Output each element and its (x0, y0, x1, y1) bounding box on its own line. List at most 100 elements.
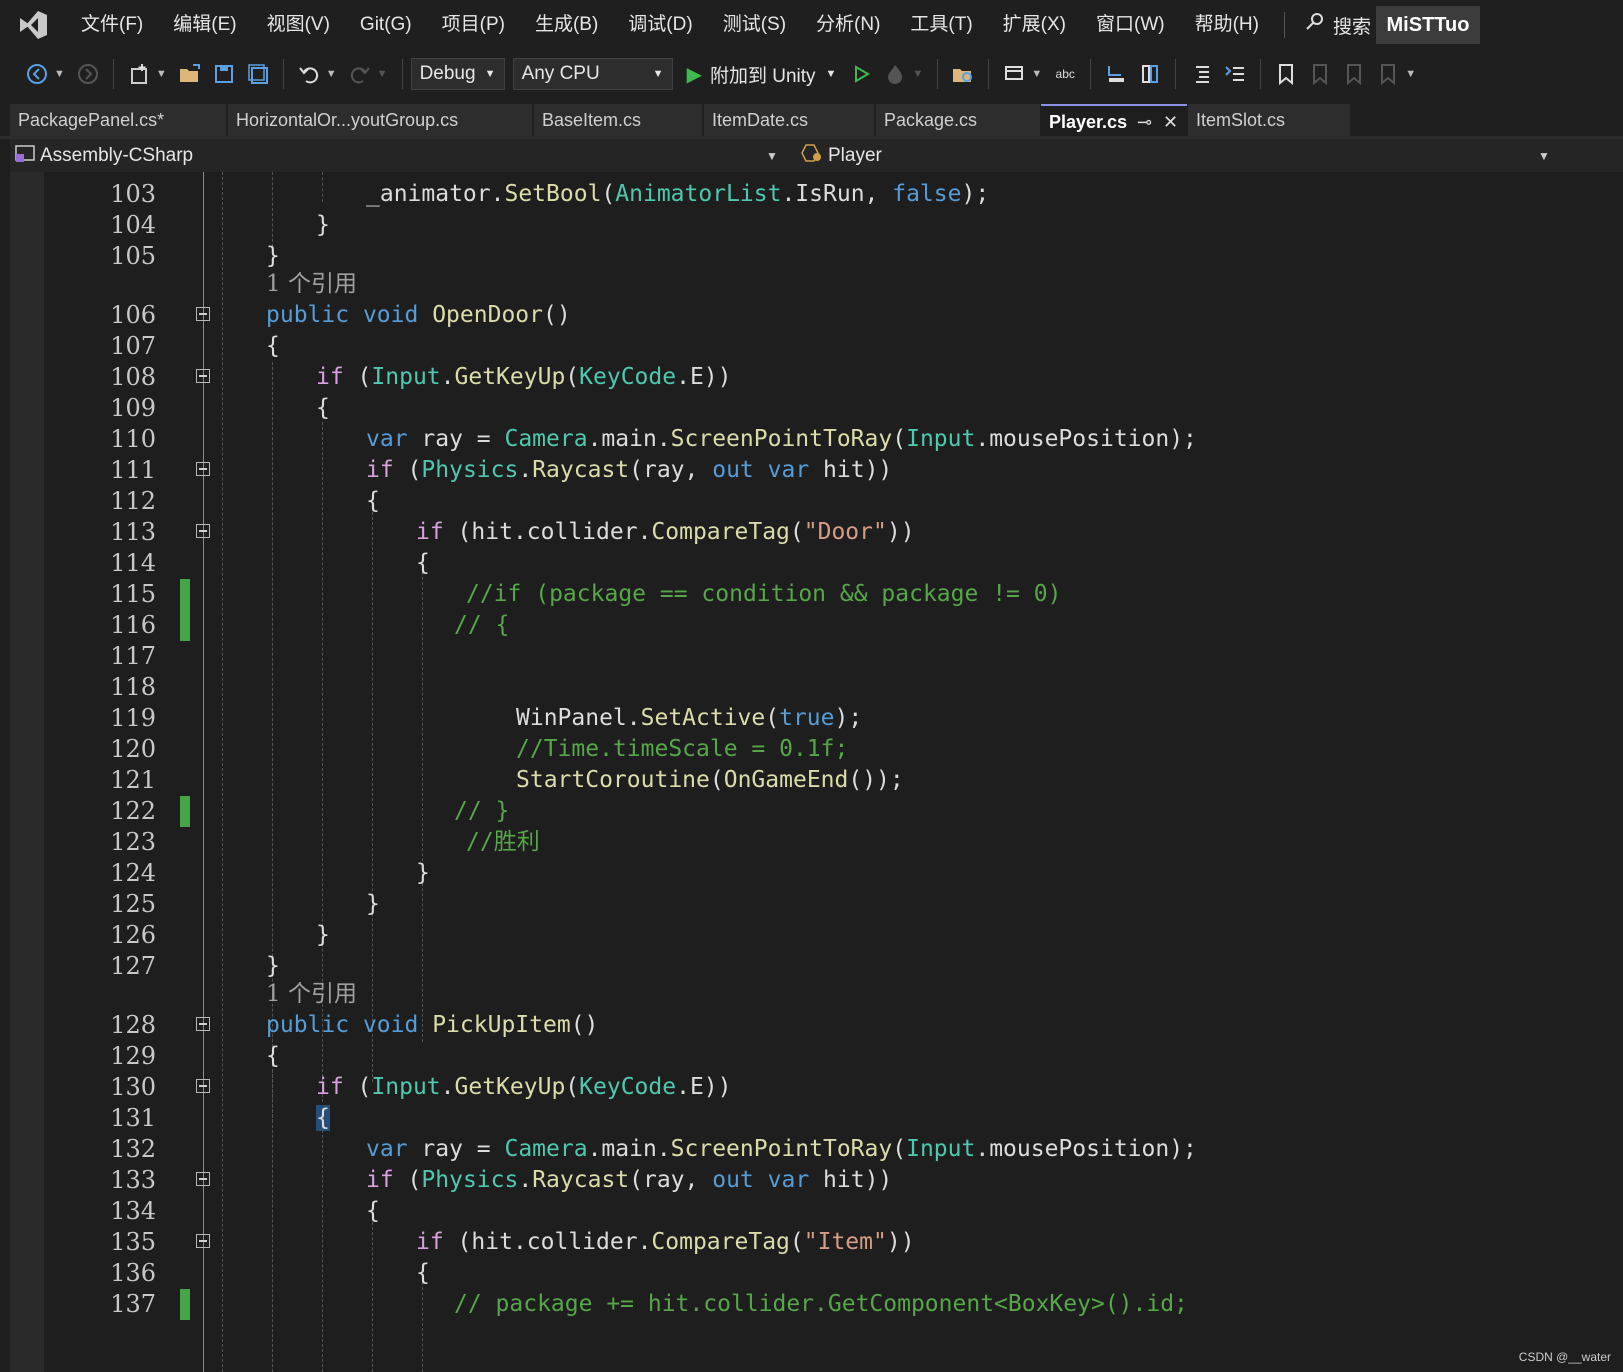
class-icon (800, 142, 824, 170)
navigate-back-icon[interactable] (24, 61, 50, 87)
solution-platform-dropdown[interactable]: Any CPU ▼ (512, 58, 673, 90)
solution-configuration-dropdown[interactable]: Debug ▼ (410, 58, 505, 90)
toolbar-separator (1175, 59, 1177, 89)
chevron-down-icon[interactable]: ▼ (1538, 139, 1550, 173)
close-icon[interactable]: ✕ (1163, 106, 1178, 136)
tab-player[interactable]: Player.cs ⊸ ✕ (1041, 104, 1187, 136)
save-icon[interactable] (211, 61, 237, 87)
collapse-icon[interactable] (196, 1172, 210, 1186)
indent-icon[interactable] (1188, 61, 1214, 87)
collapse-icon[interactable] (196, 1234, 210, 1248)
code-text: public void OpenDoor() (266, 302, 571, 328)
document-tab-bar: PackagePanel.cs* HorizontalOr...youtGrou… (0, 98, 1623, 139)
menu-edit[interactable]: 编辑(E) (158, 0, 251, 50)
bookmark-icon[interactable] (1273, 61, 1299, 87)
start-without-debugging-icon[interactable] (848, 61, 874, 87)
code-line: 103 _animator.SetBool(AnimatorList.IsRun… (10, 179, 1623, 210)
new-project-icon[interactable] (126, 61, 152, 87)
project-dropdown[interactable]: Assembly-CSharp (14, 139, 193, 173)
chevron-down-icon[interactable]: ▼ (326, 68, 337, 80)
tab-itemslot[interactable]: ItemSlot.cs (1188, 104, 1350, 136)
menu-help[interactable]: 帮助(H) (1180, 0, 1274, 50)
code-line: 122 // } (10, 796, 1623, 827)
toolbar-overflow-icon[interactable]: ▼ (1405, 68, 1416, 80)
toolbar-separator (1260, 59, 1262, 89)
code-text: } (266, 243, 280, 269)
save-all-icon[interactable] (245, 61, 271, 87)
code-line: 108 if (Input.GetKeyUp(KeyCode.E)) (10, 362, 1623, 393)
clear-bookmarks-icon[interactable] (1375, 61, 1401, 87)
code-text: { (316, 1105, 330, 1131)
code-line: 111 if (Physics.Raycast(ray, out var hit… (10, 455, 1623, 486)
chevron-down-icon[interactable]: ▼ (766, 139, 778, 173)
change-marker (180, 796, 190, 827)
menu-tools[interactable]: 工具(T) (895, 0, 987, 50)
code-line: 126 } (10, 920, 1623, 951)
code-text: StartCoroutine(OnGameEnd()); (516, 767, 904, 793)
tab-itemdate[interactable]: ItemDate.cs (704, 104, 874, 136)
code-line: 104 } (10, 210, 1623, 241)
menu-git[interactable]: Git(G) (345, 0, 427, 50)
code-editor[interactable]: 103 _animator.SetBool(AnimatorList.IsRun… (10, 172, 1623, 1372)
line-number: 105 (110, 242, 156, 270)
attach-label: 附加到 Unity (709, 65, 816, 87)
spell-check-icon[interactable]: abc (1052, 61, 1078, 87)
menu-file[interactable]: 文件(F) (66, 0, 158, 50)
line-number: 117 (110, 642, 156, 670)
collapse-icon[interactable] (196, 369, 210, 383)
change-marker (180, 610, 190, 641)
reference-count-link[interactable]: 1 个引用 (266, 979, 357, 1010)
class-name: Player (828, 145, 882, 166)
collapse-icon[interactable] (196, 1017, 210, 1031)
open-folder-icon[interactable] (177, 61, 203, 87)
code-line: 135 if (hit.collider.CompareTag("Item")) (10, 1227, 1623, 1258)
undo-icon[interactable] (296, 61, 322, 87)
chevron-down-icon[interactable]: ▼ (912, 68, 923, 80)
column-layout-icon[interactable] (1137, 61, 1163, 87)
tab-label: HorizontalOr...youtGroup.cs (236, 110, 459, 130)
chevron-down-icon[interactable]: ▼ (1031, 68, 1042, 80)
code-line: 130 if (Input.GetKeyUp(KeyCode.E)) (10, 1072, 1623, 1103)
code-text: { (366, 488, 380, 514)
line-number: 122 (110, 797, 156, 825)
chevron-down-icon[interactable]: ▼ (54, 68, 65, 80)
tab-package[interactable]: Package.cs (876, 104, 1040, 136)
class-dropdown[interactable]: Player (800, 139, 882, 173)
window-layout-icon[interactable] (1001, 61, 1027, 87)
collapse-icon[interactable] (196, 307, 210, 321)
menu-debug[interactable]: 调试(D) (613, 0, 707, 50)
line-number: 129 (110, 1042, 156, 1070)
next-bookmark-icon[interactable] (1341, 61, 1367, 87)
attach-to-unity-button[interactable]: ▶ 附加到 Unity ▼ (687, 61, 837, 88)
tab-baseitem[interactable]: BaseItem.cs (534, 104, 702, 136)
chevron-down-icon[interactable]: ▼ (377, 68, 388, 80)
collapse-icon[interactable] (196, 524, 210, 538)
chevron-down-icon[interactable]: ▼ (156, 68, 167, 80)
hot-reload-icon[interactable] (882, 61, 908, 87)
reference-count-link[interactable]: 1 个引用 (266, 269, 357, 300)
menu-project[interactable]: 项目(P) (427, 0, 520, 50)
menu-analyze[interactable]: 分析(N) (801, 0, 895, 50)
collapse-icon[interactable] (196, 462, 210, 476)
comment-lines-icon[interactable] (1222, 61, 1248, 87)
open-in-explorer-icon[interactable] (950, 61, 976, 87)
previous-bookmark-icon[interactable] (1307, 61, 1333, 87)
menu-extensions[interactable]: 扩展(X) (988, 0, 1081, 50)
redo-icon[interactable] (347, 61, 373, 87)
line-number: 135 (110, 1228, 156, 1256)
menu-test[interactable]: 测试(S) (708, 0, 801, 50)
pin-icon[interactable]: ⊸ (1137, 106, 1152, 136)
collapse-icon[interactable] (196, 1079, 210, 1093)
code-text: public void PickUpItem() (266, 1012, 599, 1038)
menu-window[interactable]: 窗口(W) (1081, 0, 1180, 50)
navigate-forward-icon[interactable] (75, 61, 101, 87)
tab-horizontallayoutgroup[interactable]: HorizontalOr...youtGroup.cs (228, 104, 532, 136)
line-number: 107 (110, 332, 156, 360)
tab-packagepanel[interactable]: PackagePanel.cs* (10, 104, 226, 136)
code-text: if (Physics.Raycast(ray, out var hit)) (366, 1167, 893, 1193)
line-number: 113 (110, 518, 156, 546)
menu-view[interactable]: 视图(V) (252, 0, 345, 50)
profile-button[interactable]: MiSTTuo (1376, 6, 1480, 44)
step-into-icon[interactable] (1103, 61, 1129, 87)
menu-build[interactable]: 生成(B) (520, 0, 613, 50)
